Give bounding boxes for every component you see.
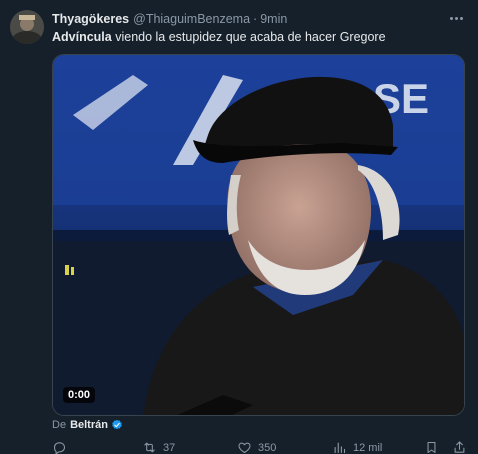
tweet-timestamp[interactable]: 9min xyxy=(260,12,287,26)
retweet-icon xyxy=(144,442,155,453)
attribution-source-name[interactable]: Beltrán xyxy=(70,419,108,431)
reply-icon xyxy=(53,442,66,454)
video-player[interactable]: SE 0:00 xyxy=(52,54,465,416)
views-chart-icon xyxy=(334,442,346,454)
video-attribution: De Beltrán xyxy=(52,419,123,431)
share-icon xyxy=(454,441,465,453)
views-button[interactable]: 12 mil xyxy=(332,440,382,454)
video-frame: SE xyxy=(53,55,464,415)
views-count: 12 mil xyxy=(353,441,383,454)
bookmark-icon xyxy=(427,441,436,454)
reply-button[interactable] xyxy=(52,440,73,454)
tweet[interactable]: Thyagökeres @ThiaguimBenzema · 9min Adví… xyxy=(0,0,478,454)
share-button[interactable] xyxy=(452,440,467,454)
verified-badge-icon xyxy=(112,419,122,430)
tweet-text-mention: Advíncula xyxy=(52,30,112,44)
retweet-count: 37 xyxy=(163,441,176,454)
video-duration: 0:00 xyxy=(63,387,96,403)
more-options-icon[interactable] xyxy=(446,10,466,26)
author-handle[interactable]: @ThiaguimBenzema xyxy=(133,12,250,26)
author-display-name[interactable]: Thyagökeres xyxy=(52,12,129,26)
tweet-text: Advíncula viendo la estupidez que acaba … xyxy=(52,30,386,44)
retweet-button[interactable]: 37 xyxy=(142,440,175,454)
attribution-prefix: De xyxy=(52,419,67,431)
avatar[interactable] xyxy=(10,10,44,44)
heart-icon xyxy=(238,442,251,454)
tweet-header: Thyagökeres @ThiaguimBenzema · 9min xyxy=(52,10,287,28)
tweet-text-body: viendo la estupidez que acaba de hacer G… xyxy=(111,30,386,44)
action-bar: 37 350 12 mil xyxy=(52,440,472,454)
bookmark-button[interactable] xyxy=(424,440,439,454)
like-count: 350 xyxy=(258,441,277,454)
like-button[interactable]: 350 xyxy=(237,440,276,454)
separator-dot: · xyxy=(253,12,258,26)
